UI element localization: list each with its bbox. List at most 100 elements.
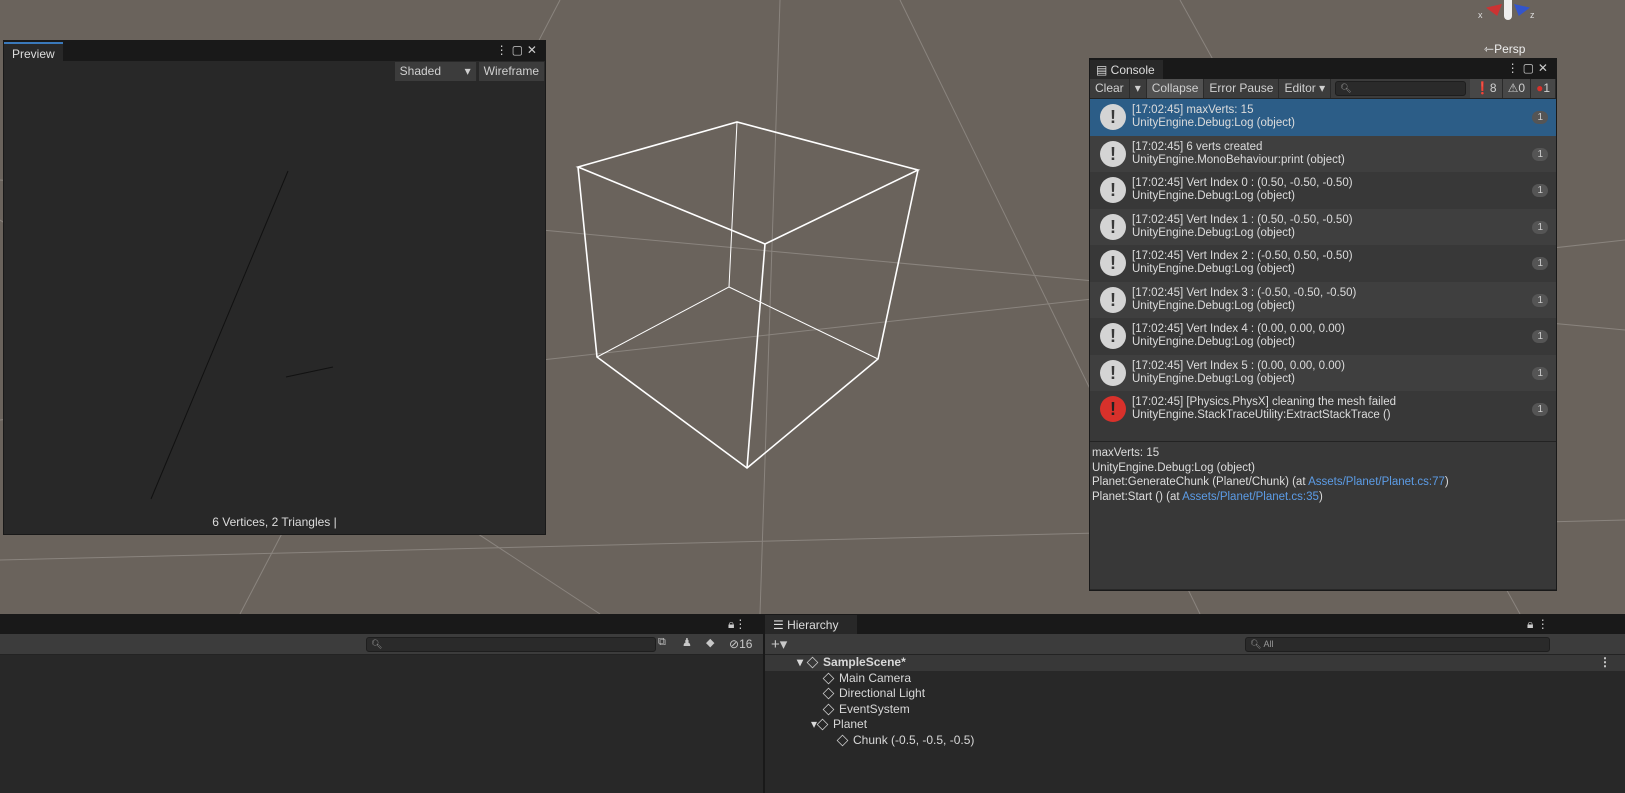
source-link[interactable]: Assets/Planet/Planet.cs:77	[1308, 476, 1445, 488]
hierarchy-panel: ☰ Hierarchy 🔒︎ ⋮ +▾ 🔍︎ All ▾ SampleScene…	[765, 614, 1625, 793]
error-pause-toggle[interactable]: Error Pause	[1204, 79, 1280, 98]
clear-button[interactable]: Clear	[1090, 79, 1130, 98]
editor-dropdown[interactable]: Editor ▾	[1279, 79, 1332, 98]
gizmo-x-cone	[1486, 4, 1502, 16]
error-icon: !	[1100, 396, 1126, 423]
item-label: Directional Light	[839, 686, 926, 700]
mesh-preview[interactable]	[4, 83, 545, 513]
console-search-input[interactable]: 🔍︎	[1335, 81, 1466, 96]
entry-message: [17:02:45] 6 verts created	[1132, 140, 1263, 153]
console-entry[interactable]: ! [17:02:45] Vert Index 5 : (0.00, 0.00,…	[1090, 354, 1556, 391]
gameobject-icon	[822, 672, 835, 685]
warning-filter-toggle[interactable]: ⚠0	[1502, 79, 1532, 98]
filter-by-label-icon[interactable]: ◆	[706, 636, 714, 649]
hierarchy-item[interactable]: EventSystem	[765, 702, 1625, 718]
hidden-packages-toggle[interactable]: ⊘16	[729, 637, 752, 651]
window-controls[interactable]: ⋮▢✕	[1507, 61, 1552, 75]
info-icon: !	[1100, 177, 1126, 204]
hierarchy-search-input[interactable]: 🔍︎ All	[1245, 637, 1550, 652]
tab-preview[interactable]: Preview	[4, 42, 63, 61]
info-icon: !	[1100, 323, 1126, 350]
entry-source: UnityEngine.Debug:Log (object)	[1132, 372, 1296, 385]
detail-line: Planet:Start () (at Assets/Planet/Planet…	[1092, 490, 1323, 503]
shading-dropdown[interactable]: Shaded ▾	[394, 61, 477, 81]
add-object-button[interactable]: +▾	[771, 635, 787, 653]
console-entry[interactable]: ! [17:02:45] Vert Index 0 : (0.50, -0.50…	[1090, 172, 1556, 209]
projection-toggle[interactable]: ⇽Persp	[1484, 42, 1525, 56]
collapse-toggle[interactable]: Collapse	[1146, 79, 1205, 98]
window-controls[interactable]: ⋮▢✕	[496, 43, 541, 57]
error-filter-toggle[interactable]: ●1	[1531, 79, 1556, 98]
gizmo-z-label: z	[1530, 10, 1535, 20]
search-icon: 🔍︎	[1340, 83, 1352, 93]
entry-count-badge: 1	[1532, 366, 1548, 380]
hierarchy-item[interactable]: Directional Light	[765, 686, 1625, 702]
orientation-gizmo[interactable]: x z	[1478, 0, 1538, 24]
filter-by-type-icon[interactable]: ♟	[682, 636, 692, 649]
scene-name: SampleScene*	[823, 655, 906, 669]
tab-hierarchy[interactable]: ☰ Hierarchy	[765, 615, 857, 634]
hierarchy-item[interactable]: ▾ Planet	[765, 717, 1625, 733]
console-entry[interactable]: ! [17:02:45] Vert Index 3 : (-0.50, -0.5…	[1090, 281, 1556, 318]
console-entry[interactable]: ! [17:02:45] [Physics.PhysX] cleaning th…	[1090, 391, 1556, 428]
info-icon: !	[1100, 140, 1126, 167]
item-label: Main Camera	[839, 670, 912, 685]
scene-row[interactable]: ▾ SampleScene* ⋮	[765, 655, 1625, 671]
stack-trace-detail[interactable]: maxVerts: 15 UnityEngine.Debug:Log (obje…	[1090, 441, 1556, 589]
gizmo-x-label: x	[1478, 10, 1483, 20]
hierarchy-icon: ☰	[773, 618, 788, 632]
entry-text: [17:02:45] Vert Index 0 : (0.50, -0.50, …	[1132, 177, 1353, 203]
mesh-stats: 6 Vertices, 2 Triangles |	[212, 515, 337, 529]
info-filter-toggle[interactable]: ❗8	[1469, 79, 1503, 98]
item-label: Planet	[833, 717, 868, 731]
entry-message: [17:02:45] Vert Index 4 : (0.00, 0.00, 0…	[1132, 323, 1345, 336]
entry-count-badge: 1	[1532, 147, 1548, 161]
entry-text: [17:02:45] 6 verts created UnityEngine.Mo…	[1132, 141, 1345, 167]
entry-message: [17:02:45] Vert Index 3 : (-0.50, -0.50,…	[1132, 286, 1357, 299]
gizmo-z-cone	[1514, 4, 1530, 16]
hierarchy-item[interactable]: Main Camera	[765, 671, 1625, 687]
detail-line: maxVerts: 15	[1092, 447, 1160, 459]
shading-value: Shaded	[399, 63, 442, 78]
info-icon: !	[1100, 359, 1126, 386]
tab-hierarchy-label: Hierarchy	[787, 618, 839, 632]
lock-icon[interactable]: 🔒︎ ⋮	[1527, 617, 1549, 632]
hierarchy-item[interactable]: Chunk (-0.5, -0.5, -0.5)	[765, 733, 1625, 749]
entry-text: [17:02:45] Vert Index 3 : (-0.50, -0.50,…	[1132, 287, 1356, 313]
console-window: ▤ Console ⋮▢✕ Clear ▾ Collapse Error Pau…	[1089, 58, 1557, 591]
search-by-type-icon[interactable]: ⧉	[658, 636, 666, 649]
console-entry[interactable]: ! [17:02:45] 6 verts created UnityEngine.…	[1090, 135, 1556, 172]
info-icon: !	[1100, 104, 1126, 131]
item-label: EventSystem	[839, 701, 910, 716]
gameobject-icon	[836, 734, 849, 747]
entry-text: [17:02:45] Vert Index 4 : (0.00, 0.00, 0…	[1132, 323, 1345, 349]
entry-count-badge: 1	[1532, 293, 1548, 307]
bottom-dock: 🔒︎⋮ 🔍︎ ⧉ ♟ ◆ ⊘16 ☰ Hierarchy 🔒︎ ⋮ +▾ 🔍︎ …	[0, 614, 1625, 793]
persp-label: Persp	[1494, 42, 1526, 56]
tab-console[interactable]: ▤ Console	[1090, 60, 1163, 79]
source-link[interactable]: Assets/Planet/Planet.cs:35	[1182, 491, 1319, 503]
console-entry[interactable]: ! [17:02:45] Vert Index 2 : (-0.50, 0.50…	[1090, 245, 1556, 282]
entry-count-badge: 1	[1532, 330, 1548, 343]
console-entry[interactable]: ! [17:02:45] Vert Index 4 : (0.00, 0.00,…	[1090, 318, 1556, 355]
gizmo-y-cone	[1504, 0, 1512, 20]
entry-message: [17:02:45] Vert Index 5 : (0.00, 0.00, 0…	[1132, 359, 1345, 372]
detail-line: UnityEngine.Debug:Log (object)	[1092, 461, 1256, 474]
clear-options-dropdown[interactable]: ▾	[1130, 79, 1147, 98]
entry-count-badge: 1	[1532, 257, 1548, 270]
scene-menu-icon[interactable]: ⋮	[1599, 655, 1611, 671]
entry-message: [17:02:45] Vert Index 2 : (-0.50, 0.50, …	[1132, 250, 1353, 263]
entry-source: UnityEngine.Debug:Log (object)	[1132, 190, 1296, 203]
entry-source: UnityEngine.Debug:Log (object)	[1132, 263, 1296, 276]
console-entry[interactable]: ! [17:02:45] Vert Index 1 : (0.50, -0.50…	[1090, 208, 1556, 245]
entry-source: UnityEngine.MonoBehaviour:print (object)	[1132, 153, 1345, 166]
search-icon: 🔍︎	[371, 639, 383, 649]
wireframe-button[interactable]: Wireframe	[478, 61, 545, 81]
project-search-input[interactable]: 🔍︎	[366, 637, 656, 652]
entry-source: UnityEngine.Debug:Log (object)	[1132, 226, 1296, 239]
lock-icon[interactable]: 🔒︎⋮	[728, 617, 746, 632]
entry-source: UnityEngine.StackTraceUtility:ExtractSta…	[1132, 409, 1391, 422]
project-panel: 🔒︎⋮ 🔍︎ ⧉ ♟ ◆ ⊘16	[0, 614, 763, 793]
info-icon: !	[1100, 250, 1126, 277]
console-entry[interactable]: ! [17:02:45] maxVerts: 15 UnityEngine.Deb…	[1090, 99, 1556, 136]
